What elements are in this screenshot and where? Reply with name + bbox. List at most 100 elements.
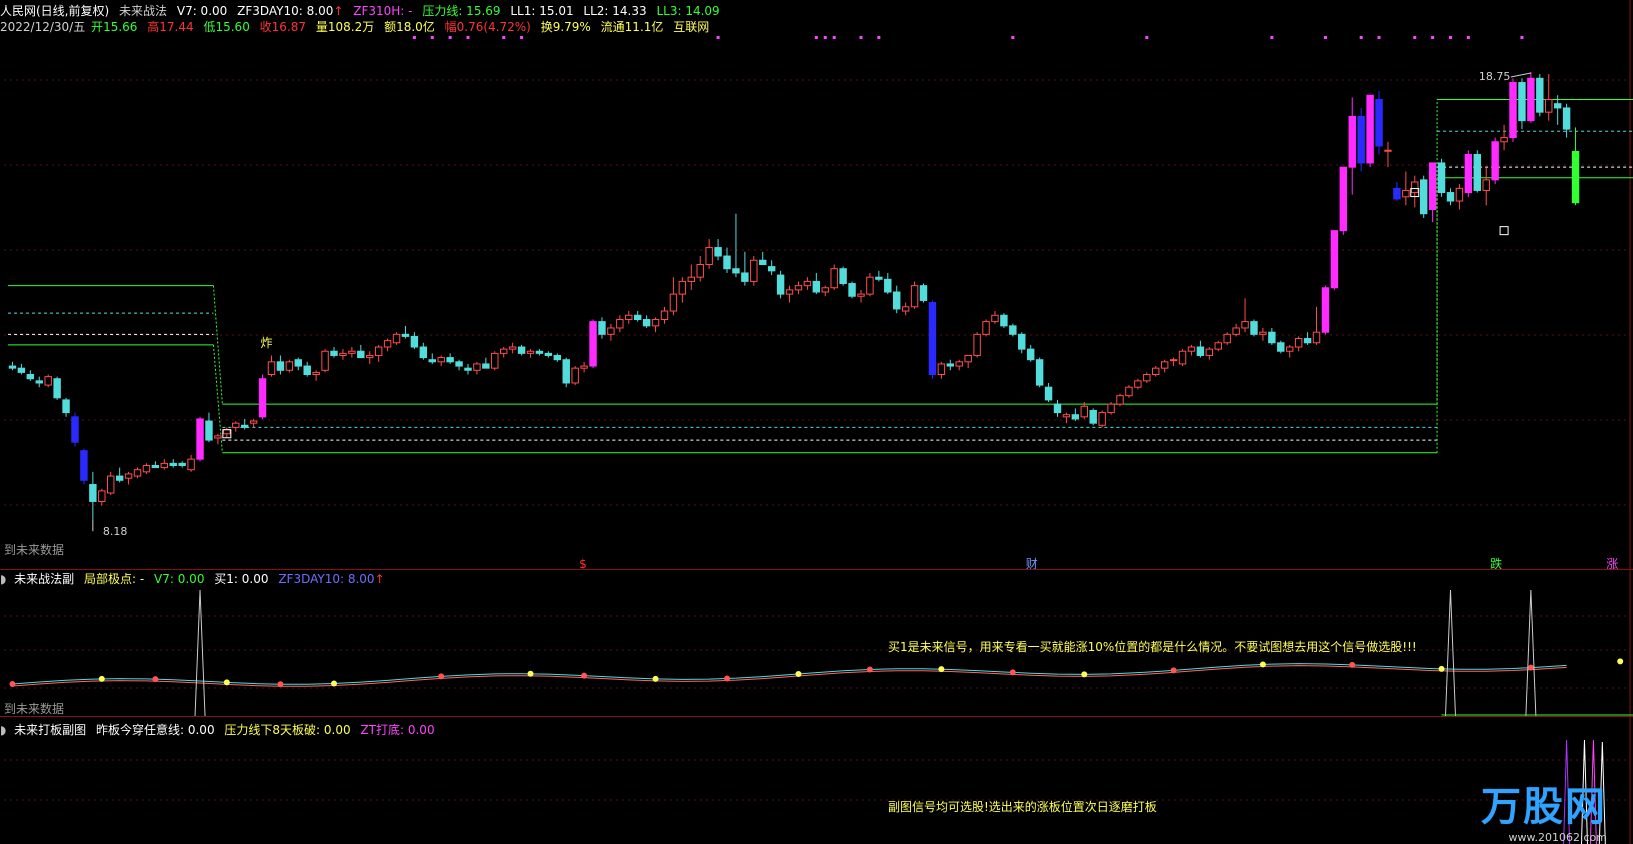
sub2-cross: 昨板今穿任意线: 0.00 bbox=[96, 723, 215, 737]
sub1-up-arrow-icon: ↑ bbox=[374, 572, 385, 586]
sub1-node bbox=[277, 681, 284, 688]
candle-body bbox=[714, 247, 722, 257]
candle-body bbox=[1303, 338, 1312, 344]
candle-body bbox=[89, 484, 97, 502]
volume-label: 量 bbox=[315, 20, 328, 34]
high-label: 高 bbox=[147, 20, 160, 34]
candle-body bbox=[794, 285, 803, 291]
float-label: 流通 bbox=[600, 20, 625, 34]
candle-body bbox=[1366, 94, 1374, 164]
candle-body bbox=[1545, 98, 1553, 113]
candle-body bbox=[1339, 166, 1348, 232]
close-value: 16.87 bbox=[271, 20, 307, 34]
ll3-value: LL3: 14.09 bbox=[656, 4, 720, 18]
sub1-buy1: 买1: 0.00 bbox=[214, 572, 269, 586]
candle-body bbox=[1357, 115, 1365, 164]
candle-body bbox=[17, 367, 26, 373]
candle-body bbox=[62, 399, 70, 414]
candle-body bbox=[124, 473, 133, 479]
sub1-node bbox=[152, 676, 159, 683]
candle-body bbox=[1187, 346, 1196, 352]
sub1-node bbox=[98, 675, 105, 682]
candle-body bbox=[321, 350, 329, 371]
candle-body bbox=[767, 266, 776, 272]
candle-body bbox=[669, 293, 678, 312]
candle-body bbox=[973, 333, 981, 356]
candle-body bbox=[330, 350, 338, 356]
candle-body bbox=[1053, 403, 1062, 414]
candle-body bbox=[473, 363, 481, 371]
candle-body bbox=[821, 287, 829, 293]
sub2-zt: ZT打底: 0.00 bbox=[360, 723, 435, 737]
candle-body bbox=[750, 259, 758, 282]
candle-body bbox=[1062, 414, 1071, 418]
candle-body bbox=[1044, 386, 1053, 401]
sector-name[interactable]: 互联网 bbox=[673, 20, 709, 34]
candle-body bbox=[1455, 187, 1464, 202]
candle-body bbox=[107, 475, 115, 494]
sub1-title[interactable]: 未来战法副 bbox=[14, 572, 74, 586]
volume-value: 108.2万 bbox=[327, 20, 375, 34]
candle-body bbox=[285, 361, 294, 371]
signal-dot bbox=[1270, 36, 1274, 39]
panel-separator-2 bbox=[0, 716, 1633, 717]
close-label: 收 bbox=[259, 20, 272, 34]
candle-body bbox=[294, 359, 302, 367]
candle-body bbox=[160, 462, 169, 469]
candle-body bbox=[1250, 321, 1258, 335]
candle-body bbox=[830, 268, 838, 289]
candle-body bbox=[785, 289, 794, 295]
ll2-value: LL2: 14.33 bbox=[583, 4, 647, 18]
candle-body bbox=[508, 346, 517, 350]
candle-body bbox=[151, 464, 160, 469]
candle-body bbox=[589, 321, 597, 367]
main-left-note: 到未来数据 bbox=[4, 543, 65, 557]
sub1-header: ◗ 未来战法副 局部极点: - V7: 0.00 买1: 0.00 ZF3DAY… bbox=[0, 571, 391, 587]
candle-body bbox=[705, 247, 713, 265]
sub1-note: 买1是未来信号，用来专看一买就能涨10%位置的都是什么情况。不要试图想去用这个信… bbox=[888, 640, 1417, 654]
indicator-name[interactable]: 未来战法 bbox=[119, 4, 167, 18]
kline-chart[interactable]: 18.758.18炸$财跌涨榜 bbox=[0, 0, 1633, 844]
candle-body bbox=[392, 333, 401, 344]
stock-name[interactable]: 人民网(日线,前复权) bbox=[0, 4, 109, 18]
candle-body bbox=[8, 365, 17, 369]
candle-body bbox=[1402, 189, 1410, 198]
sub1-node bbox=[1009, 669, 1016, 676]
candle-body bbox=[598, 321, 606, 335]
signal-dot bbox=[1448, 36, 1452, 39]
signal-dot bbox=[412, 36, 416, 39]
sub2-title[interactable]: 未来打板副图 bbox=[14, 723, 86, 737]
candle-body bbox=[633, 314, 642, 321]
candle-body bbox=[1134, 380, 1142, 388]
candle-body bbox=[455, 361, 463, 367]
candle-body bbox=[1223, 333, 1231, 344]
signal-dot bbox=[1466, 36, 1470, 39]
sub1-spike bbox=[1525, 589, 1537, 717]
candle-body bbox=[26, 374, 35, 380]
candle-body bbox=[678, 280, 687, 295]
candle-body bbox=[214, 435, 222, 439]
bar-date: 2022/12/30/五 bbox=[0, 20, 86, 34]
signal-dot bbox=[1011, 36, 1015, 39]
panel-toggle-icon[interactable]: ◗ bbox=[0, 572, 6, 586]
panel-toggle-icon-2[interactable]: ◗ bbox=[0, 723, 6, 737]
candle-body bbox=[1026, 348, 1035, 361]
change-label: 幅 bbox=[444, 20, 457, 34]
candle-body bbox=[1527, 77, 1535, 122]
sub1-node bbox=[652, 675, 659, 682]
candle-body bbox=[419, 346, 428, 359]
sub1-node bbox=[527, 670, 534, 677]
sub1-spike bbox=[1444, 589, 1456, 717]
up-arrow-icon: ↑ bbox=[333, 4, 344, 18]
candle-body bbox=[71, 416, 79, 443]
candle-body bbox=[1152, 367, 1160, 376]
candle-body bbox=[383, 340, 392, 348]
candle-body bbox=[348, 350, 356, 354]
candle-body bbox=[1446, 192, 1455, 202]
candle-body bbox=[884, 278, 892, 293]
candle-body bbox=[1035, 359, 1044, 386]
candle-body bbox=[500, 348, 508, 354]
candle-body bbox=[1160, 361, 1169, 369]
candle-body bbox=[1232, 327, 1240, 335]
candle-body bbox=[1411, 181, 1419, 194]
